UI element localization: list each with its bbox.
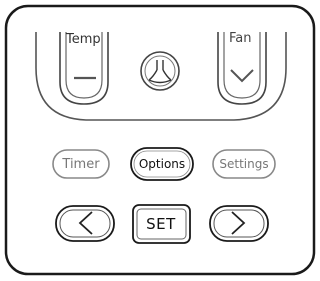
right-button-outline[interactable] xyxy=(209,205,269,242)
settings-button-label[interactable]: Settings xyxy=(213,158,275,170)
remote-graphic xyxy=(4,4,316,276)
set-button-label[interactable]: SET xyxy=(136,215,186,233)
left-button-outline[interactable] xyxy=(55,205,115,242)
options-button-label[interactable]: Options xyxy=(131,158,193,170)
fan-label: Fan xyxy=(229,31,252,46)
temp-label: Temp xyxy=(66,32,101,47)
timer-button-label[interactable]: Timer xyxy=(53,158,109,171)
swing-button[interactable] xyxy=(140,51,180,91)
